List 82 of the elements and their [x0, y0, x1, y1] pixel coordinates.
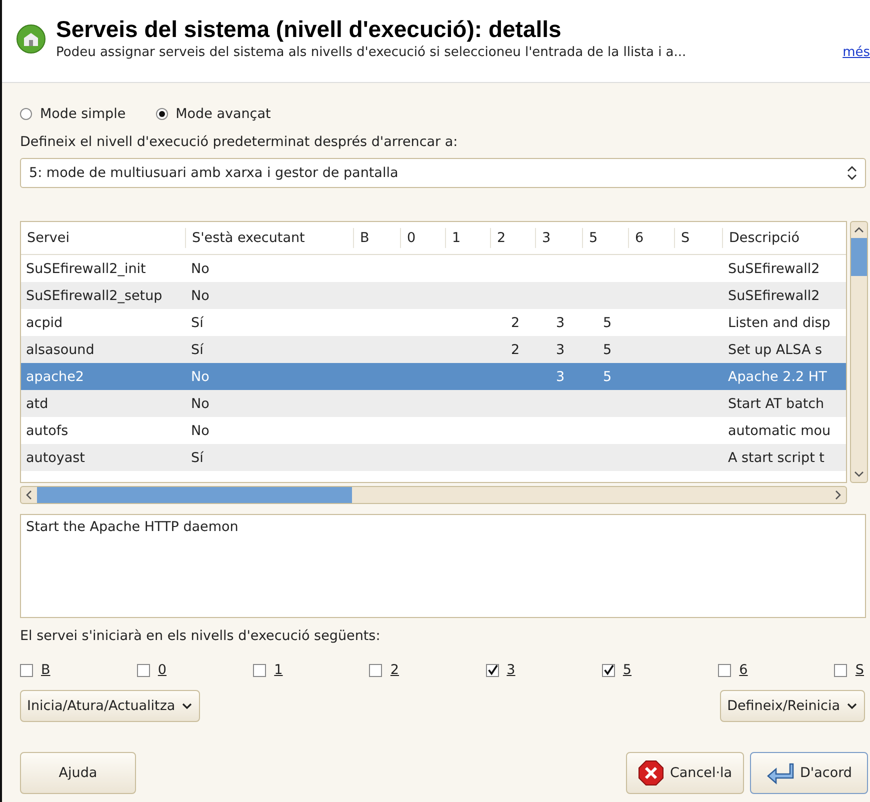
- ok-button[interactable]: D'acord: [750, 752, 868, 794]
- column-header[interactable]: 5: [583, 228, 629, 248]
- table-row[interactable]: acpid Sí 2 3 5 Listen and disp: [21, 309, 846, 336]
- table-cell-text: atd: [25, 396, 50, 412]
- table-cell-text: 3: [555, 368, 566, 384]
- close-icon: [638, 760, 664, 786]
- spinner-arrows-icon: [847, 166, 857, 180]
- table-cell-text: 5: [602, 342, 613, 358]
- dialog-subtitle: Podeu assignar serveis del sistema als nivells d'execució si seleccioneu l'entrada de la llista i a...: [56, 45, 686, 60]
- table-cell-text: Start AT batch: [727, 396, 826, 412]
- column-header[interactable]: 6: [629, 228, 675, 248]
- table-cell-text: acpid: [25, 314, 64, 330]
- table-cell-text: autofs: [25, 422, 70, 438]
- horizontal-scrollbar[interactable]: [20, 486, 847, 504]
- column-header[interactable]: Servei: [21, 228, 186, 248]
- table-cell-text: 2: [510, 342, 521, 358]
- table-cell-text: Apache 2.2 HT: [727, 368, 828, 384]
- table-cell-text: automatic mou: [727, 422, 832, 438]
- menu-button[interactable]: Inicia/Atura/Actualitza: [20, 690, 200, 722]
- table-cell-text: No: [190, 422, 210, 438]
- table-row[interactable]: autofs No automatic mou: [21, 417, 846, 444]
- column-header[interactable]: S: [675, 228, 723, 248]
- vertical-scrollbar[interactable]: [850, 221, 868, 483]
- runlevel-checkbox[interactable]: 2: [369, 662, 400, 678]
- runlevel-checkbox[interactable]: S: [834, 662, 864, 678]
- table-cell-text: Listen and disp: [727, 314, 832, 330]
- table-cell-text: Set up ALSA s: [727, 342, 824, 358]
- table-cell-text: SuSEfirewall2: [727, 288, 821, 304]
- table-cell-text: No: [190, 260, 210, 276]
- table-cell-text: Sí: [190, 314, 204, 330]
- table-cell-text: No: [190, 368, 210, 384]
- table-cell-text: No: [190, 288, 210, 304]
- checkmark-icon: [602, 664, 614, 676]
- table-row[interactable]: alsasound Sí 2 3 5 Set up ALSA s: [21, 336, 846, 363]
- table-cell-text: autoyast: [25, 450, 86, 466]
- runlevel-checkbox[interactable]: 1: [253, 662, 283, 678]
- runlevel-checkbox[interactable]: 3: [486, 662, 516, 678]
- dialog-title: Serveis del sistema (nivell d'execució): detalls: [56, 16, 562, 43]
- column-header[interactable]: S'està executant: [186, 228, 354, 248]
- table-cell-text: SuSEfirewall2: [727, 260, 821, 276]
- table-cell-text: A start script t: [727, 450, 826, 466]
- runlevel-checkbox[interactable]: 0: [136, 662, 167, 678]
- table-row[interactable]: SuSEfirewall2_init No SuSEfirewall2: [21, 255, 846, 282]
- table-row[interactable]: atd No Start AT batch: [21, 390, 846, 417]
- caret-icon: [846, 701, 858, 711]
- column-header[interactable]: 2: [491, 228, 536, 248]
- radio-option[interactable]: Mode simple: [20, 106, 126, 122]
- section-label: El servei s'iniciarà en els nivells d'execució següents:: [20, 628, 382, 644]
- table-cell-text: Sí: [190, 450, 204, 466]
- table-cell-text: 5: [602, 368, 613, 384]
- table-cell-text: 2: [510, 314, 521, 330]
- table-row[interactable]: SuSEfirewall2_setup No SuSEfirewall2: [21, 282, 846, 309]
- radio-option[interactable]: Mode avançat: [156, 106, 271, 122]
- table-cell-text: alsasound: [25, 342, 96, 358]
- checkmark-icon: [486, 664, 498, 676]
- field-label: Defineix el nivell d'execució predeterminat després d'arrencar a:: [20, 134, 459, 150]
- table-cell-text: apache2: [25, 368, 85, 384]
- table-row[interactable]: autoyast Sí A start script t: [21, 444, 846, 471]
- table-cell-text: No: [190, 396, 210, 412]
- cancel-button[interactable]: Cancel·la: [626, 752, 744, 794]
- table-cell-text: SuSEfirewall2_init: [25, 260, 147, 276]
- description-text-area[interactable]: Start the Apache HTTP daemon: [20, 514, 866, 618]
- menu-button[interactable]: Defineix/Reinicia: [720, 690, 865, 722]
- runlevel-checkbox[interactable]: 5: [602, 662, 632, 678]
- scrollbar-thumb[interactable]: [851, 238, 867, 276]
- table-cell-text: Sí: [190, 342, 204, 358]
- column-header[interactable]: 1: [446, 228, 491, 248]
- runlevel-checkbox[interactable]: B: [20, 662, 50, 678]
- table-cell-text: 5: [602, 314, 613, 330]
- runlevel-checkbox[interactable]: 6: [718, 662, 748, 678]
- table-cell-text: 3: [555, 342, 566, 358]
- more-link[interactable]: més: [842, 45, 870, 60]
- help-button[interactable]: Ajuda: [20, 752, 136, 794]
- column-header[interactable]: 3: [536, 228, 583, 248]
- caret-icon: [181, 701, 194, 711]
- table-cell-text: 3: [555, 314, 566, 330]
- return-arrow-icon: [766, 761, 794, 785]
- scrollbar-thumb[interactable]: [37, 487, 352, 503]
- runlevel-dropdown[interactable]: 5: mode de multiusuari amb xarxa i gestor de pantalla: [20, 158, 866, 188]
- table-cell-text: SuSEfirewall2_setup: [25, 288, 164, 304]
- column-header[interactable]: 0: [401, 228, 446, 248]
- column-header[interactable]: B: [354, 228, 401, 248]
